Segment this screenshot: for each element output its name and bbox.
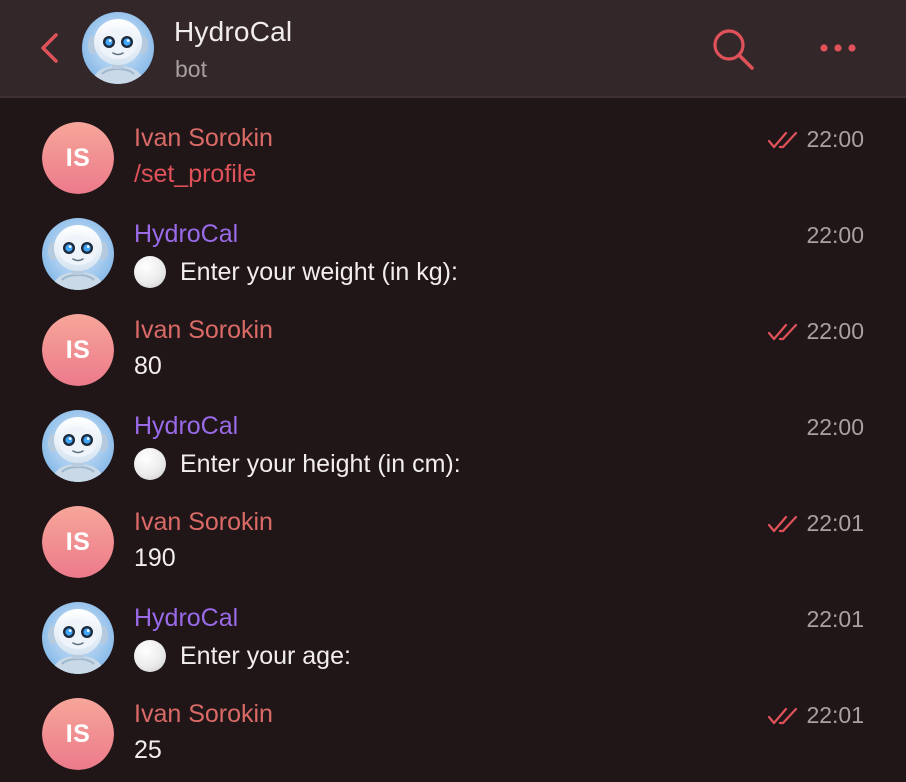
message-time: 22:00 xyxy=(806,222,864,248)
double-check-icon xyxy=(768,515,798,532)
message-time: 22:01 xyxy=(806,702,864,728)
message-body: 80 xyxy=(134,352,162,380)
message-text: Enter your age: xyxy=(134,640,351,672)
message-body: 190 xyxy=(134,544,176,572)
double-check-icon xyxy=(768,131,798,148)
user-avatar[interactable]: IS xyxy=(42,314,114,386)
avatar-initials: IS xyxy=(42,698,114,770)
user-avatar[interactable]: IS xyxy=(42,122,114,194)
bot-avatar[interactable] xyxy=(42,218,114,290)
message-item[interactable]: HydroCal Enter your height (in cm): 22:0… xyxy=(0,386,906,482)
message-item[interactable]: IS Ivan Sorokin /set_profile 22:00 xyxy=(0,98,906,194)
search-button[interactable] xyxy=(710,26,756,72)
message-meta: 22:00 xyxy=(768,126,864,153)
message-meta: 22:01 xyxy=(768,702,864,729)
message-text: Enter your height (in cm): xyxy=(134,448,461,480)
message-time: 22:00 xyxy=(806,318,864,344)
sender-name[interactable]: Ivan Sorokin xyxy=(134,700,273,729)
sender-name[interactable]: Ivan Sorokin xyxy=(134,508,273,537)
avatar-initials: IS xyxy=(42,314,114,386)
chat-subtitle: bot xyxy=(175,56,207,82)
chat-header: HydroCal bot xyxy=(0,0,906,98)
message-body: Enter your weight (in kg): xyxy=(180,257,458,286)
message-body: Enter your height (in cm): xyxy=(180,449,461,478)
avatar-initials: IS xyxy=(42,122,114,194)
chat-avatar[interactable] xyxy=(82,12,154,84)
sender-name[interactable]: Ivan Sorokin xyxy=(134,124,273,153)
user-avatar[interactable]: IS xyxy=(42,506,114,578)
message-item[interactable]: IS Ivan Sorokin 80 22:00 xyxy=(0,290,906,386)
message-time: 22:01 xyxy=(806,510,864,536)
message-item[interactable]: IS Ivan Sorokin 190 22:01 xyxy=(0,482,906,578)
message-text: Enter your weight (in kg): xyxy=(134,256,458,288)
message-list[interactable]: IS Ivan Sorokin /set_profile 22:00 Hydro… xyxy=(0,98,906,782)
message-meta: 22:01 xyxy=(768,510,864,537)
double-check-icon xyxy=(768,323,798,340)
double-check-icon xyxy=(768,707,798,724)
more-horizontal-icon xyxy=(820,44,856,52)
sender-name[interactable]: HydroCal xyxy=(134,604,238,633)
message-meta: 22:00 xyxy=(768,318,864,345)
message-item[interactable]: IS Ivan Sorokin 25 22:01 xyxy=(0,674,906,770)
avatar-initials: IS xyxy=(42,506,114,578)
message-text[interactable]: /set_profile xyxy=(134,160,256,189)
robot-avatar-icon xyxy=(82,12,154,84)
more-button[interactable] xyxy=(814,34,864,62)
command-link[interactable]: /set_profile xyxy=(134,160,256,189)
message-time: 22:00 xyxy=(806,126,864,152)
sender-name[interactable]: Ivan Sorokin xyxy=(134,316,273,345)
message-text: 25 xyxy=(134,736,162,765)
message-time: 22:01 xyxy=(806,606,864,632)
message-body: Enter your age: xyxy=(180,641,351,670)
message-item[interactable]: HydroCal Enter your age: 22:01 xyxy=(0,578,906,674)
search-icon xyxy=(713,29,754,70)
message-text: 190 xyxy=(134,544,176,573)
robot-avatar-icon xyxy=(42,410,114,482)
message-meta: 22:01 xyxy=(806,606,864,633)
sender-name[interactable]: HydroCal xyxy=(134,220,238,249)
robot-avatar-icon xyxy=(42,218,114,290)
user-avatar[interactable]: IS xyxy=(42,698,114,770)
chevron-left-icon xyxy=(41,33,58,63)
message-time: 22:00 xyxy=(806,414,864,440)
white-circle-icon xyxy=(134,256,166,288)
sender-name[interactable]: HydroCal xyxy=(134,412,238,441)
chat-window: HydroCal bot IS Ivan Sorokin /set_profil… xyxy=(0,0,906,782)
bot-avatar[interactable] xyxy=(42,602,114,674)
message-meta: 22:00 xyxy=(806,414,864,441)
chat-title[interactable]: HydroCal xyxy=(174,16,292,48)
bot-avatar[interactable] xyxy=(42,410,114,482)
white-circle-icon xyxy=(134,640,166,672)
message-body: 25 xyxy=(134,736,162,764)
robot-avatar-icon xyxy=(42,602,114,674)
message-text: 80 xyxy=(134,352,162,381)
back-button[interactable] xyxy=(36,30,64,66)
message-item[interactable]: HydroCal Enter your weight (in kg): 22:0… xyxy=(0,194,906,290)
white-circle-icon xyxy=(134,448,166,480)
message-meta: 22:00 xyxy=(806,222,864,249)
